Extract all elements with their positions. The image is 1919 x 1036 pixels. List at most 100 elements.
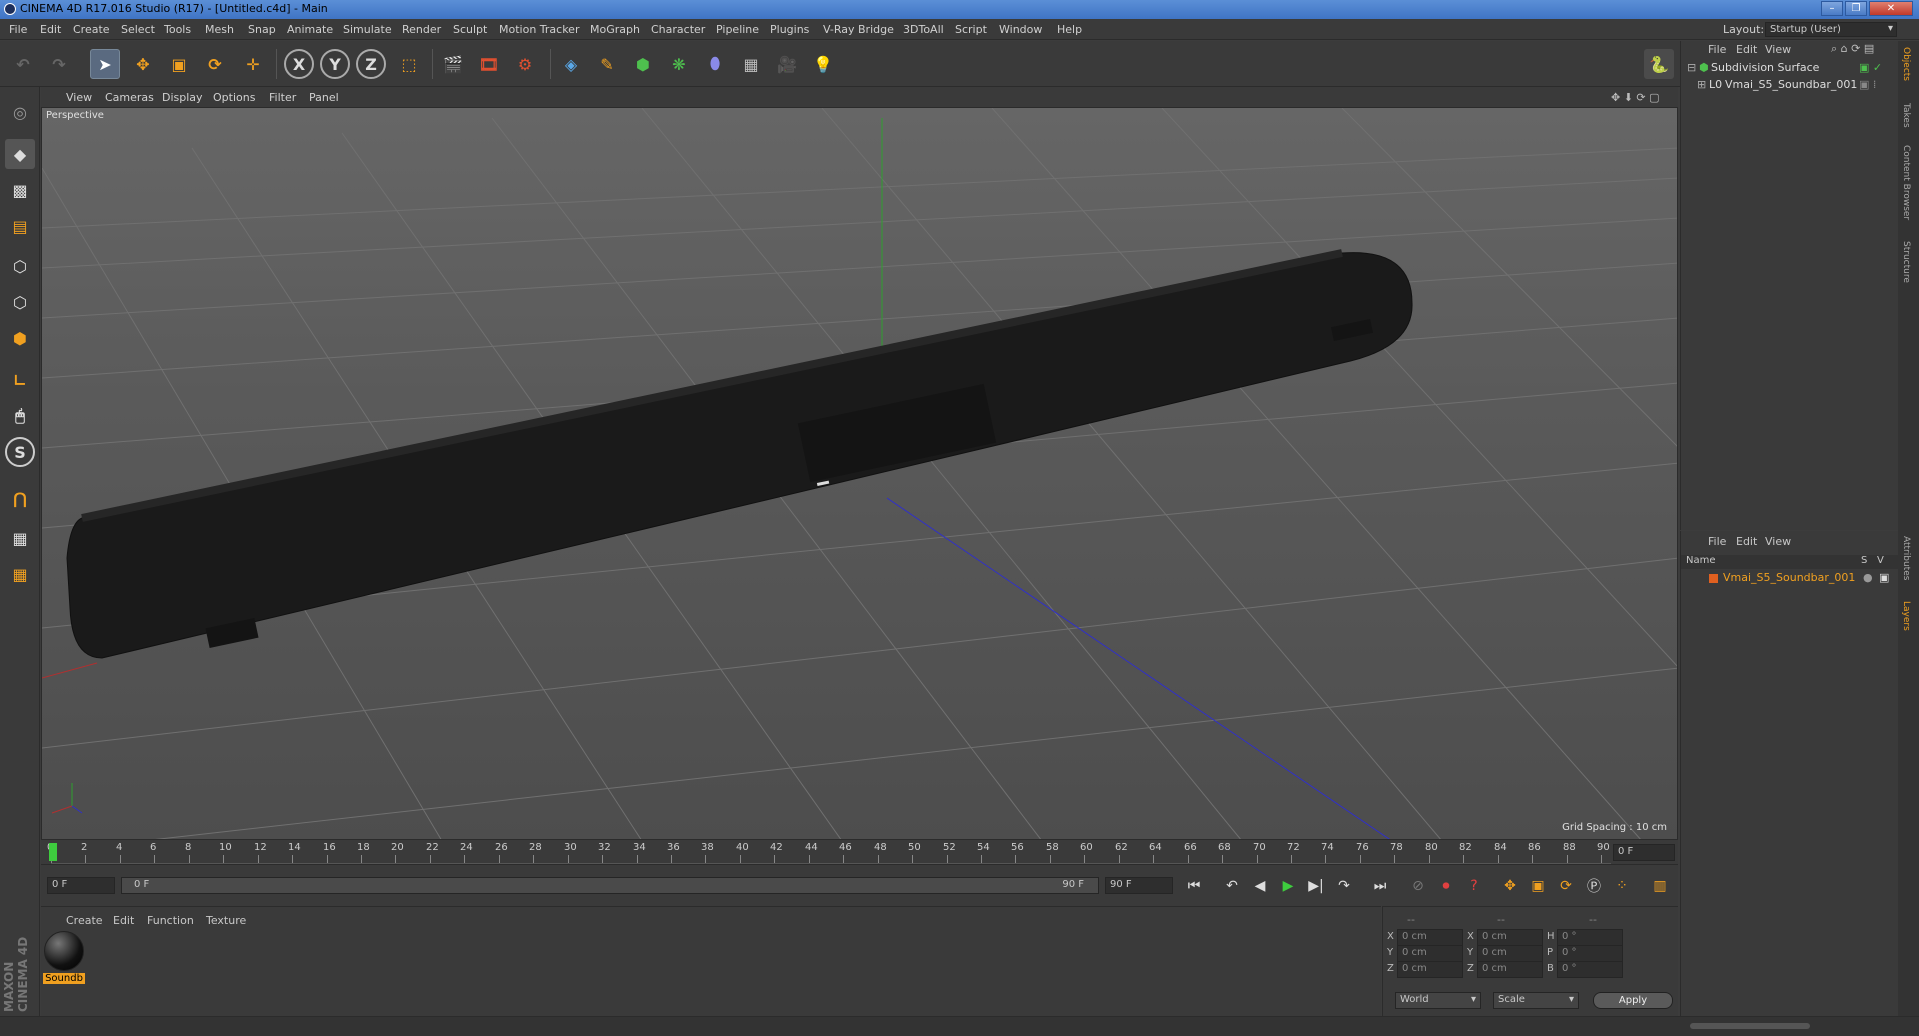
layer-menu-view[interactable]: View (1765, 535, 1791, 548)
coordinate-system-icon[interactable]: ⬚ (394, 49, 424, 79)
light-icon[interactable]: 💡 (808, 49, 838, 79)
subdivision-icon[interactable]: ⬢ (628, 49, 658, 79)
step-back-icon[interactable]: ◀ (1247, 873, 1273, 899)
object-menu-edit[interactable]: Edit (1736, 43, 1757, 56)
move-icon[interactable]: ✥ (128, 49, 158, 79)
layout-dropdown[interactable]: Startup (User) ▾ (1765, 22, 1897, 37)
soundbar-model[interactable] (66, 249, 1413, 659)
tab-content-browser[interactable]: Content Browser (1901, 145, 1911, 220)
material-menu-texture[interactable]: Texture (206, 914, 246, 927)
point-level-key-icon[interactable]: ⁘ (1609, 873, 1635, 899)
coord-value-field[interactable]: 0 cm (1397, 945, 1463, 962)
workplane-icon[interactable]: ▤ (5, 211, 35, 241)
apply-button[interactable]: Apply (1593, 992, 1673, 1009)
layer-menu-file[interactable]: File (1708, 535, 1726, 548)
menu-animate[interactable]: Animate (287, 23, 333, 36)
planar-workplane-icon[interactable]: ▦ (5, 559, 35, 589)
coord-value-field[interactable]: 0 cm (1397, 929, 1463, 946)
coord-value-field[interactable]: 0 ° (1557, 945, 1623, 962)
close-button[interactable]: ✕ (1869, 1, 1913, 16)
material-menu-function[interactable]: Function (147, 914, 194, 927)
menu-window[interactable]: Window (999, 23, 1042, 36)
minimize-button[interactable]: – (1821, 1, 1843, 16)
position-key-icon[interactable]: ✥ (1497, 873, 1523, 899)
make-editable-icon[interactable]: ◎ (5, 97, 35, 127)
go-to-end-icon[interactable]: ⏭ (1367, 873, 1393, 899)
menu-select[interactable]: Select (121, 23, 155, 36)
maximize-button[interactable]: ❐ (1845, 1, 1867, 16)
visibility-dots-icon[interactable]: ▣ ⁞ (1859, 78, 1876, 91)
menu-plugins[interactable]: Plugins (770, 23, 809, 36)
menu-sculpt[interactable]: Sculpt (453, 23, 487, 36)
undo-icon[interactable]: ↶ (8, 49, 38, 79)
viewport-menu-filter[interactable]: Filter (269, 91, 296, 104)
visible-toggle-icon[interactable]: ▣ (1879, 571, 1889, 584)
tab-structure[interactable]: Structure (1901, 241, 1911, 283)
menu-mesh[interactable]: Mesh (205, 23, 234, 36)
model-mode-icon[interactable]: ◆ (5, 139, 35, 169)
layer-row[interactable]: Vmai_S5_Soundbar_001 ● ▣ (1681, 571, 1899, 587)
pen-spline-icon[interactable]: ✎ (592, 49, 622, 79)
object-menu-file[interactable]: File (1708, 43, 1726, 56)
python-icon[interactable]: 🐍 (1644, 49, 1674, 79)
record-keys-icon[interactable]: ⊘ (1405, 873, 1431, 899)
coordinate-mode-select[interactable]: World ▾ (1395, 992, 1481, 1009)
magnet-icon[interactable]: ⋂ (5, 483, 35, 513)
menu-render[interactable]: Render (402, 23, 441, 36)
render-view-icon[interactable]: 🎬 (438, 49, 468, 79)
viewport-menu-panel[interactable]: Panel (309, 91, 339, 104)
rotate-icon[interactable]: ⟳ (200, 49, 230, 79)
solo-toggle-icon[interactable]: ● (1863, 571, 1873, 584)
parameter-key-icon[interactable]: Ⓟ (1581, 873, 1607, 899)
scale-mode-select[interactable]: Scale ▾ (1493, 992, 1579, 1009)
autokey-icon[interactable]: ⏺ (1433, 873, 1459, 899)
tab-takes[interactable]: Takes (1901, 103, 1911, 128)
menu-motion-tracker[interactable]: Motion Tracker (499, 23, 579, 36)
timeline-window-icon[interactable]: ▥ (1647, 873, 1673, 899)
render-picture-viewer-icon[interactable]: 🎞 (474, 49, 504, 79)
menu-create[interactable]: Create (73, 23, 110, 36)
menu-vray-bridge[interactable]: V-Ray Bridge (823, 23, 894, 36)
frame-range-slider[interactable]: 0 F 90 F (121, 877, 1099, 894)
material-swatch[interactable]: Soundb (43, 931, 85, 989)
lock-workplane-icon[interactable]: ▦ (5, 523, 35, 553)
menu-script[interactable]: Script (955, 23, 987, 36)
keyframe-selection-icon[interactable]: ? (1461, 873, 1487, 899)
3d-viewport[interactable]: Perspective Grid Spacing : 10 cm (41, 107, 1678, 840)
viewport-menu-cameras[interactable]: Cameras (105, 91, 154, 104)
menu-tools[interactable]: Tools (164, 23, 191, 36)
coord-value-field[interactable]: 0 ° (1557, 929, 1623, 946)
material-menu-edit[interactable]: Edit (113, 914, 134, 927)
polygons-mode-icon[interactable]: ⬢ (5, 323, 35, 353)
viewport-menu-display[interactable]: Display (162, 91, 203, 104)
timeline-ruler[interactable]: 0246810121416182022242628303234363840424… (41, 840, 1678, 864)
select-arrow-icon[interactable]: ➤ (90, 49, 120, 79)
tab-attributes[interactable]: Attributes (1901, 536, 1911, 580)
material-menu-create[interactable]: Create (66, 914, 103, 927)
menu-3dtoall[interactable]: 3DToAll (903, 23, 944, 36)
layer-menu-edit[interactable]: Edit (1736, 535, 1757, 548)
scale-icon[interactable]: ▣ (164, 49, 194, 79)
tab-objects[interactable]: Objects (1901, 47, 1911, 81)
texture-mode-icon[interactable]: ▩ (5, 175, 35, 205)
menu-snap[interactable]: Snap (248, 23, 276, 36)
camera-icon[interactable]: 🎥 (772, 49, 802, 79)
cloner-icon[interactable]: ❋ (664, 49, 694, 79)
menu-edit[interactable]: Edit (40, 23, 61, 36)
coord-value-field[interactable]: 0 ° (1557, 961, 1623, 978)
render-settings-icon[interactable]: ⚙ (510, 49, 540, 79)
transform-icon[interactable]: ✛ (238, 49, 268, 79)
tweak-mode-icon[interactable]: 🖱 (5, 401, 35, 431)
go-to-start-icon[interactable]: ⏮ (1181, 873, 1207, 899)
scale-key-icon[interactable]: ▣ (1525, 873, 1551, 899)
cube-primitive-icon[interactable]: ◈ (556, 49, 586, 79)
viewport-menu-view[interactable]: View (66, 91, 92, 104)
step-forward-icon[interactable]: ▶| (1303, 873, 1329, 899)
tab-layers[interactable]: Layers (1901, 601, 1911, 631)
viewport-nav-icons[interactable]: ✥ ⬇ ⟳ ▢ (1611, 91, 1660, 104)
coord-value-field[interactable]: 0 cm (1477, 961, 1543, 978)
playhead[interactable] (49, 843, 57, 861)
search-icon[interactable]: ⌕ ⌂ ⟳ ▤ (1831, 42, 1874, 56)
status-scrollbar[interactable] (1690, 1023, 1810, 1029)
rotation-key-icon[interactable]: ⟳ (1553, 873, 1579, 899)
